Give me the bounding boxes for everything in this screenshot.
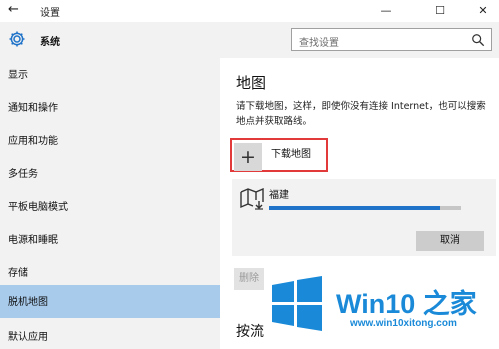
- search-icon[interactable]: [471, 33, 485, 47]
- gear-icon: [9, 31, 25, 47]
- section-title: 系统: [40, 37, 60, 48]
- sidebar: 显示 通知和操作 应用和功能 多任务 平板电脑模式 电源和睡眠 存储 脱机地图 …: [0, 58, 220, 349]
- sidebar-item-label: 应用和功能: [8, 136, 58, 147]
- window-title: 设置: [40, 8, 60, 19]
- download-maps-button[interactable]: +: [234, 143, 262, 171]
- map-icon: [240, 188, 264, 210]
- sidebar-item-label: 显示: [8, 70, 28, 81]
- download-progress-fill: [269, 206, 440, 210]
- maximize-button[interactable]: ☐: [417, 0, 463, 22]
- search-placeholder: 查找设置: [299, 38, 339, 49]
- sidebar-item-label: 电源和睡眠: [8, 235, 58, 246]
- download-maps-label[interactable]: 下载地图: [271, 145, 311, 160]
- sidebar-item-label: 脱机地图: [8, 297, 48, 308]
- windows-logo-icon: [272, 276, 322, 331]
- minimize-button[interactable]: —: [363, 0, 409, 22]
- close-button[interactable]: ✕: [460, 0, 499, 22]
- sidebar-item-display[interactable]: 显示: [0, 58, 220, 91]
- sidebar-item-tablet-mode[interactable]: 平板电脑模式: [0, 190, 220, 223]
- sidebar-item-offline-maps[interactable]: 脱机地图: [0, 285, 220, 318]
- settings-header: 系统 查找设置: [0, 22, 499, 58]
- sidebar-item-label: 多任务: [8, 169, 38, 180]
- sidebar-item-notifications[interactable]: 通知和操作: [0, 91, 220, 124]
- download-progress-bar: [269, 206, 461, 210]
- page-title: 地图: [236, 74, 267, 92]
- section-heading: 按流: [236, 324, 264, 340]
- map-download-item: 福建 取消: [232, 179, 496, 256]
- sidebar-item-label: 通知和操作: [8, 103, 58, 114]
- search-input[interactable]: 查找设置: [291, 28, 492, 51]
- back-arrow-icon[interactable]: ←: [8, 2, 24, 18]
- sidebar-item-label: 存储: [8, 268, 28, 279]
- title-bar: ← 设置 — ☐ ✕: [0, 0, 499, 22]
- maps-description: 请下载地图，这样，即使你没有连接 Internet，也可以搜索地点并获取路线。: [236, 101, 486, 127]
- plus-icon: +: [240, 146, 256, 168]
- delete-button[interactable]: 删除: [234, 268, 264, 290]
- sidebar-item-power-sleep[interactable]: 电源和睡眠: [0, 223, 220, 256]
- map-name: 福建: [269, 190, 289, 201]
- sidebar-item-label: 平板电脑模式: [8, 202, 68, 213]
- sidebar-item-label: 默认应用: [8, 332, 48, 343]
- watermark-title: Win10 之家: [336, 289, 477, 319]
- sidebar-item-default-apps[interactable]: 默认应用: [0, 320, 220, 349]
- watermark: Win10 之家 www.win10xitong.com: [262, 272, 499, 349]
- watermark-url: www.win10xitong.com: [350, 318, 457, 329]
- sidebar-item-multitasking[interactable]: 多任务: [0, 157, 220, 190]
- cancel-button[interactable]: 取消: [416, 231, 484, 251]
- sidebar-item-apps[interactable]: 应用和功能: [0, 124, 220, 157]
